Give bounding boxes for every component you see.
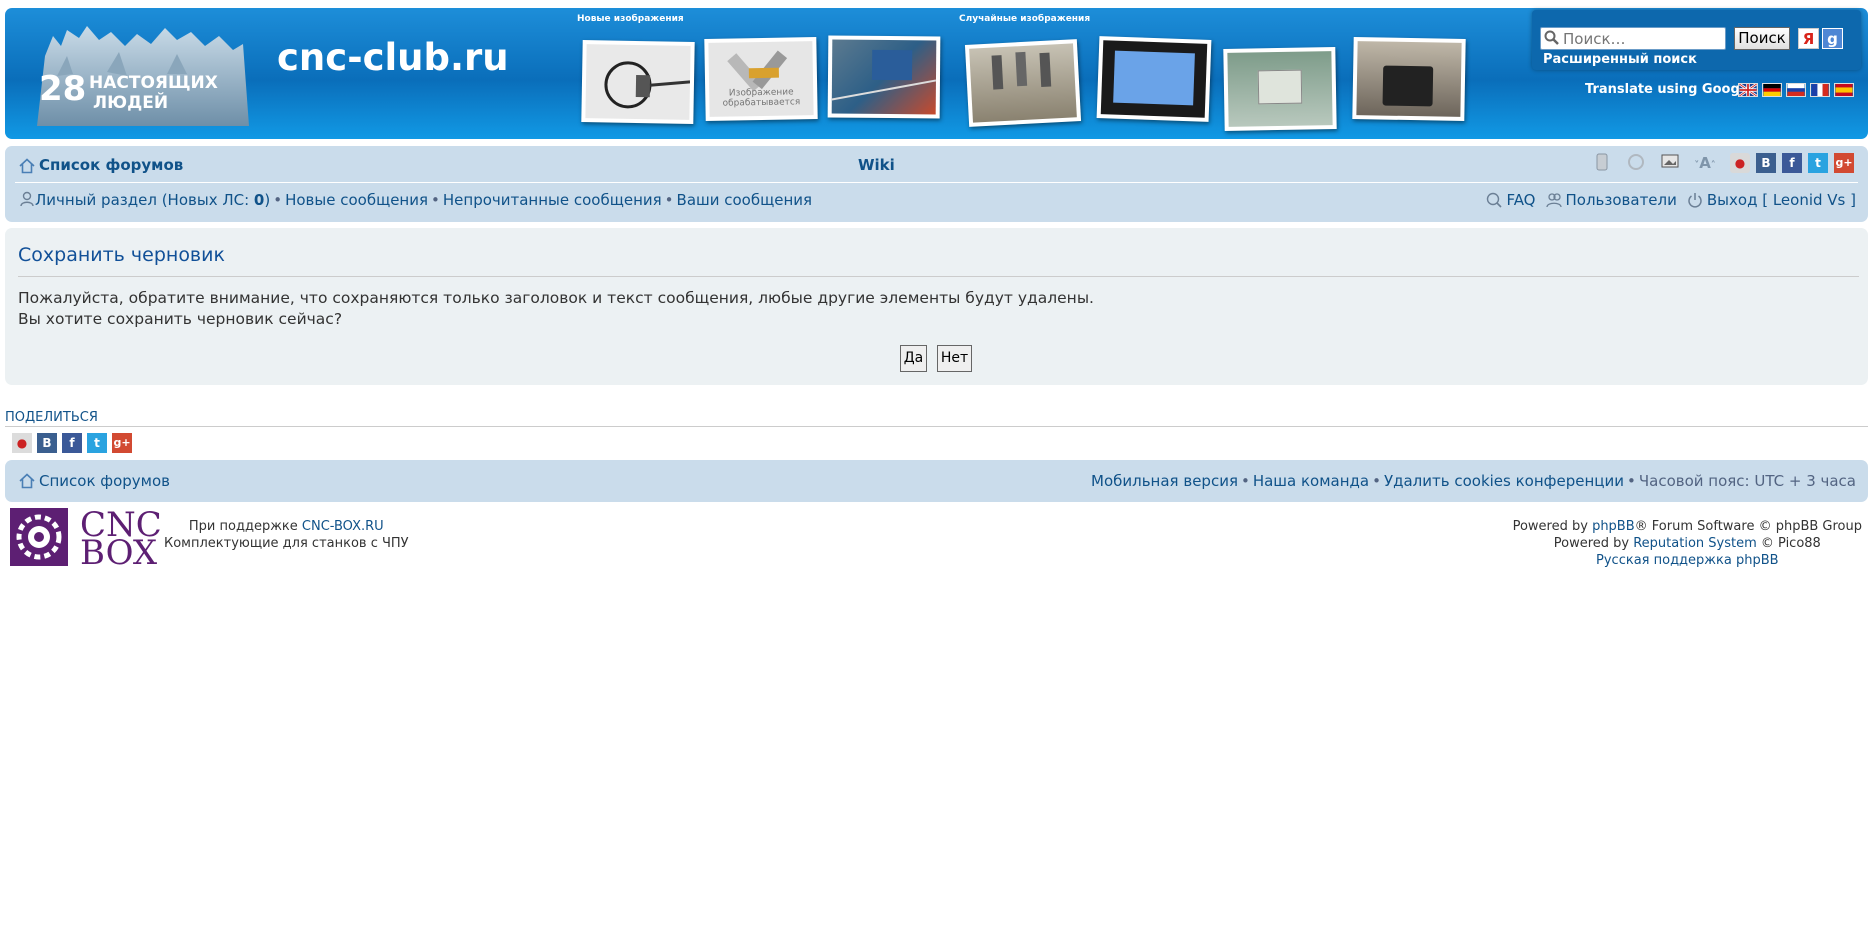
nav-divider (15, 182, 1858, 183)
unread-posts-link[interactable]: Непрочитанные сообщения (443, 191, 662, 209)
mobile-version-link[interactable]: Мобильная версия (1091, 472, 1238, 490)
svg-text:ЛЮДЕЙ: ЛЮДЕЙ (93, 91, 168, 113)
power-icon (1688, 193, 1702, 208)
cnc-box-link[interactable]: CNC-BOX.RU (302, 519, 384, 534)
share-icon[interactable]: ● (1730, 153, 1750, 173)
search-input[interactable] (1540, 27, 1726, 50)
search-icon (1544, 30, 1559, 45)
gallery-thumb[interactable] (1352, 37, 1466, 121)
refresh-icon[interactable] (1626, 153, 1646, 173)
google-plus-icon[interactable]: g+ (1834, 153, 1854, 173)
dialog-line-2: Вы хотите сохранить черновик сейчас? (18, 310, 343, 328)
site-name[interactable]: cnc-club.ru (277, 36, 509, 79)
gallery-thumb[interactable] (1223, 47, 1337, 131)
gear-icon (10, 508, 68, 566)
svg-text:28: 28 (39, 69, 86, 109)
nav-tool-icons: ˅A˄ ● В f t g+ (1592, 151, 1854, 175)
faq-link[interactable]: FAQ (1506, 191, 1535, 209)
users-link[interactable]: Пользователи (1566, 191, 1677, 209)
site-logo[interactable]: 28 НАСТОЯЩИХ ЛЮДЕЙ (27, 16, 267, 126)
google-search-icon[interactable]: g (1822, 28, 1843, 49)
yandex-search-icon[interactable]: Я (1798, 28, 1819, 49)
yes-button[interactable]: Да (900, 345, 927, 372)
forum-list-link[interactable]: Список форумов (39, 156, 183, 174)
flag-ru-icon[interactable] (1786, 83, 1806, 97)
gallery-thumb[interactable] (827, 35, 941, 119)
search-button[interactable]: Поиск (1734, 27, 1790, 50)
facebook-icon[interactable]: f (62, 433, 82, 453)
user-icon (20, 191, 34, 207)
russian-support-link[interactable]: Русская поддержка phpBB (1513, 552, 1862, 569)
share-icons: ● В f t g+ (12, 433, 132, 453)
personal-section-link[interactable]: Личный раздел (Новых ЛС: 0) (35, 191, 270, 209)
powered-by: Powered by phpBB® Forum Software © phpBB… (1512, 519, 1862, 569)
random-images-label: Случайные изображения (959, 14, 1091, 24)
new-images-label: Новые изображения (577, 14, 684, 24)
your-posts-link[interactable]: Ваши сообщения (677, 191, 813, 209)
flag-fr-icon[interactable] (1810, 83, 1830, 97)
home-icon (19, 473, 35, 489)
footer-links: Мобильная версия • Наша команда • Удалить co… (1091, 472, 1856, 490)
share-icon[interactable]: ● (12, 433, 32, 453)
phpbb-link[interactable]: phpBB (1592, 519, 1635, 534)
mobile-icon[interactable] (1592, 153, 1612, 173)
gallery-thumb[interactable] (581, 40, 695, 124)
reputation-link[interactable]: Reputation System (1633, 536, 1757, 551)
translate-label: Translate using Google: (1585, 82, 1759, 97)
navbar: Список форумов Wiki ˅A˄ ● В f t g+ Личны… (5, 146, 1868, 222)
team-link[interactable]: Наша команда (1253, 472, 1369, 490)
save-draft-panel: Сохранить черновик Пожалуйста, обратите … (5, 228, 1868, 385)
faq-icon (1487, 192, 1503, 208)
share-label: ПОДЕЛИТЬСЯ (5, 410, 98, 425)
cnc-logo-text: BOX (80, 533, 158, 573)
vk-icon[interactable]: В (37, 433, 57, 453)
home-icon (19, 158, 35, 174)
gallery-thumb-processing[interactable]: Изображение обрабатывается (704, 37, 818, 121)
flag-es-icon[interactable] (1834, 83, 1854, 97)
flag-uk-icon[interactable] (1738, 83, 1758, 97)
no-button[interactable]: Нет (937, 345, 972, 372)
google-plus-icon[interactable]: g+ (112, 433, 132, 453)
font-size-icon[interactable]: ˅A˄ (1686, 153, 1724, 173)
delete-cookies-link[interactable]: Удалить cookies конференции (1384, 472, 1624, 490)
processing-text: Изображение обрабатывается (722, 87, 801, 109)
vk-icon[interactable]: В (1756, 153, 1776, 173)
twitter-icon[interactable]: t (1808, 153, 1828, 173)
image-icon[interactable] (1660, 153, 1680, 173)
share-divider (5, 426, 1868, 427)
logout-link[interactable]: Выход [ Leonid Vs ] (1707, 191, 1856, 209)
facebook-icon[interactable]: f (1782, 153, 1802, 173)
footer-forum-list-link[interactable]: Список форумов (39, 472, 170, 490)
gallery-thumb[interactable] (964, 39, 1082, 127)
gallery-thumb[interactable] (1096, 36, 1212, 122)
cnc-box-logo[interactable]: CNC BOX (10, 508, 162, 570)
wiki-link[interactable]: Wiki (858, 156, 895, 174)
svg-text:НАСТОЯЩИХ: НАСТОЯЩИХ (89, 73, 218, 93)
sponsor-text: При поддержке CNC-BOX.RU Комплектующие д… (164, 519, 409, 551)
page-title: Сохранить черновик (18, 244, 225, 266)
users-icon (1545, 193, 1562, 208)
new-posts-link[interactable]: Новые сообщения (285, 191, 428, 209)
advanced-search-link[interactable]: Расширенный поиск (1543, 52, 1697, 67)
footer-navbar: Список форумов Мобильная версия • Наша ком… (5, 460, 1868, 502)
twitter-icon[interactable]: t (87, 433, 107, 453)
panel-divider (18, 276, 1859, 277)
flag-de-icon[interactable] (1762, 83, 1782, 97)
account-links: FAQ Пользователи Выход [ Leonid Vs ] (1486, 191, 1856, 209)
user-links: Личный раздел (Новых ЛС: 0) • Новые сообще… (19, 191, 812, 209)
timezone-text: Часовой пояс: UTC + 3 часа (1638, 472, 1856, 490)
sponsor-tagline: Комплектующие для станков с ЧПУ (164, 536, 409, 551)
dialog-line-1: Пожалуйста, обратите внимание, что сохра… (18, 289, 1094, 307)
dialog-message: Пожалуйста, обратите внимание, что сохра… (18, 288, 1094, 330)
